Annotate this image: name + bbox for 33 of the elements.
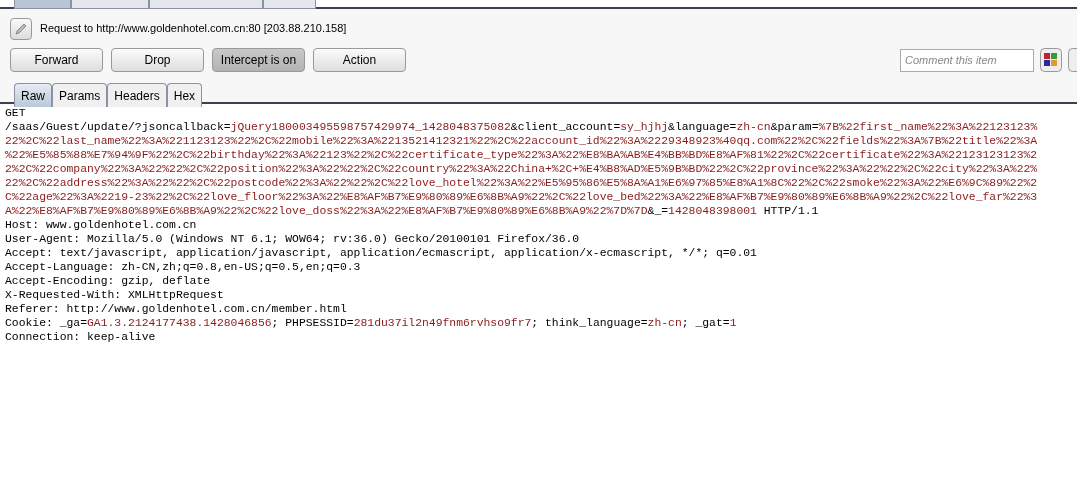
request-line: A%22%E8%AF%B7%E9%80%89%E6%8B%A9%22%2C%22love_doss%22%3A%22%E8%AF%B7%E9%80%89%E6%8B%A9%22%7D%7D&_=1428048398001 HTTP/1.1 bbox=[5, 204, 819, 218]
comment-field[interactable]: Comment this item bbox=[900, 48, 1034, 72]
request-line: C%22age%22%3A%2219-23%22%2C%22love_floor%22%3A%22%E8%AF%B7%E9%80%89%E6%8B%A9%22%2C%22love_bed%22%3A%22%E8%AF%B7%E9%80%89%E6%8B%A9%22%2C%22love_far%22%3 bbox=[5, 190, 1038, 204]
request-line: User-Agent: Mozilla/5.0 (Windows NT 6.1; WOW64; rv:36.0) Gecko/20100101 Firefox/36.0 bbox=[5, 232, 580, 246]
view-tab[interactable]: Headers bbox=[107, 83, 167, 107]
color-grid-icon[interactable] bbox=[1040, 48, 1062, 72]
request-line: Accept-Language: zh-CN,zh;q=0.8,en-US;q=0.5,en;q=0.3 bbox=[5, 260, 361, 274]
view-tab[interactable]: Raw bbox=[14, 83, 52, 107]
view-tab[interactable]: Hex bbox=[166, 83, 203, 107]
request-line: Host: www.goldenhotel.com.cn bbox=[5, 218, 197, 232]
tab[interactable] bbox=[149, 0, 263, 9]
request-line: /saas/Guest/update/?jsoncallback=jQuery180003495598757429974_1428048375082&client_account=sy_hjhj&language=zh-cn&param=%7B%22first_name%22%3A%22123123% bbox=[5, 120, 1038, 134]
request-line: Accept-Encoding: gzip, deflate bbox=[5, 274, 211, 288]
request-line: Connection: keep-alive bbox=[5, 330, 156, 344]
request-line: %22%E5%85%88%E7%94%9F%22%2C%22birthday%22%3A%22123%22%2C%22certificate_type%22%3A%22%E8%BA%AB%E4%BB%BD%E8%AF%81%22%2C%22certificate%22%3A%22123123123%2 bbox=[5, 148, 1038, 162]
request-line: 2%2C%22company%22%3A%22%22%2C%22position%22%3A%22%22%2C%22country%22%3A%22China+%2C+%E4%B8%AD%E5%9B%BD%22%2C%22province%22%3A%22%22%2C%22city%22%3A%22% bbox=[5, 162, 1038, 176]
tab[interactable] bbox=[71, 0, 149, 9]
request-line: 22%2C%22address%22%3A%22%22%2C%22postcode%22%3A%22%22%2C%22love_hotel%22%3A%22%E5%95%86%E5%8A%A1%E6%97%85%E8%A1%8C%22%2C%22smoke%22%3A%22%E6%9C%89%22%2 bbox=[5, 176, 1038, 190]
action-button[interactable]: Forward bbox=[10, 48, 103, 72]
request-title: Request to http://www.goldenhotel.com.cn:80 [203.88.210.158] bbox=[40, 21, 347, 37]
view-tab[interactable]: Params bbox=[52, 83, 108, 107]
tab[interactable] bbox=[263, 0, 316, 9]
toggle-button[interactable]: Intercept is on bbox=[212, 48, 305, 72]
action-button[interactable]: Drop bbox=[111, 48, 204, 72]
pencil-icon[interactable] bbox=[10, 17, 32, 40]
request-line: Referer: http://www.goldenhotel.com.cn/member.html bbox=[5, 302, 347, 316]
request-line: Cookie: _ga=GA1.3.2124177438.1428046856; PHPSESSID=281du37il2n49fnm6rvhso9fr7; think_language=zh-cn; _gat=1 bbox=[5, 316, 737, 330]
request-line: GET bbox=[5, 106, 26, 120]
action-button[interactable]: Action bbox=[313, 48, 406, 72]
request-line: X-Requested-With: XMLHttpRequest bbox=[5, 288, 224, 302]
tab[interactable] bbox=[14, 0, 71, 9]
request-line: 22%2C%22last_name%22%3A%221123123%22%2C%22mobile%22%3A%2213521412321%22%2C%22account_id%22%3A%2229348923%40qq.com%22%2C%22fields%22%3A%7B%22title%22%3A bbox=[5, 134, 1038, 148]
request-line: Accept: text/javascript, application/javascript, application/ecmascript, application/x-ecmascript, */*; q=0.01 bbox=[5, 246, 757, 260]
